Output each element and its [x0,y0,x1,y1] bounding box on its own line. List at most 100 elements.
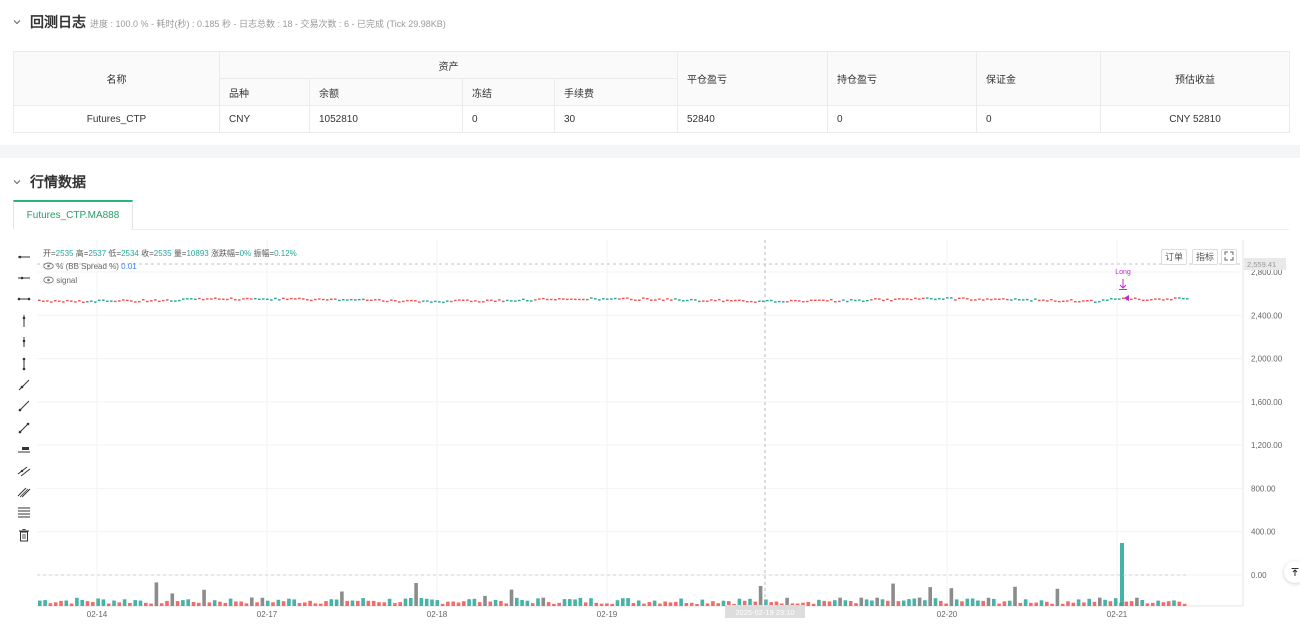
volume-bar [1129,601,1134,606]
volume-bar [467,599,471,606]
volume-bar [43,600,47,606]
indicator-button[interactable]: 指标 [1192,249,1219,265]
volume-bar [377,602,381,606]
volume-bar [387,598,392,606]
volume-bar [525,600,530,606]
volume-bar [615,600,620,606]
volume-bar [811,603,816,606]
back-to-top-button[interactable] [1284,561,1300,583]
order-button[interactable]: 订单 [1161,249,1188,265]
volume-bar [212,600,217,606]
eye-icon[interactable] [43,276,54,284]
volume-bar [997,603,1001,606]
volume-bar [59,600,63,606]
volume-bar [181,600,185,606]
volume-bar [605,603,609,606]
arrow-up-icon [1291,568,1299,576]
volume-bar [287,598,291,606]
volume-bar [106,603,111,606]
ohlc-amplitude: 0.12% [274,249,297,258]
volume-bar [297,603,302,606]
volume-bar [202,589,206,606]
volume-bar [1060,603,1065,606]
x-tick-label: 02-14 [87,610,108,619]
volume-bar [64,600,69,606]
volume-bar [578,597,583,606]
volume-bar [477,602,482,606]
volume-bar [329,599,334,606]
volume-bar [923,600,927,606]
volume-bar [228,598,233,606]
volume-bar [472,598,477,606]
volume-bar [112,600,116,606]
volume-bar [250,597,254,606]
volume-bar [758,586,763,606]
volume-bar [859,597,864,606]
volume-bar [244,603,249,606]
volume-bar [159,603,164,606]
volume-bar [271,602,275,606]
volume-bar [48,603,53,606]
volume-bar [907,599,911,606]
volume-bar [340,591,344,606]
volume-bar [1055,588,1060,606]
volume-bar [1066,601,1070,606]
y-tick-label: 0.00 [1251,571,1267,580]
volume-bar [822,600,826,606]
indicator-value: 0.01 [121,262,137,271]
volume-bar [1007,600,1012,606]
volume-bar [621,598,625,606]
volume-bar [75,597,79,606]
volume-bar [1182,603,1187,606]
volume-bar [546,602,551,606]
volume-bar [393,603,397,606]
volume-bar [191,602,196,606]
volume-bar [165,600,169,606]
volume-bar [599,603,604,606]
volume-bar [350,600,355,606]
volume-bar [960,601,964,606]
volume-bar [748,598,752,606]
volume-bar [658,603,662,606]
volume-bar [85,601,90,606]
volume-bar [954,599,959,606]
volume-bar [1135,597,1139,606]
volume-bar [981,600,985,606]
volume-bar [1071,602,1076,606]
eye-icon[interactable] [43,262,54,270]
volume-bar [91,602,95,606]
volume-bar [583,602,588,606]
volume-bar [324,601,328,606]
volume-bar [424,598,429,606]
volume-bar [255,602,259,606]
volume-bar [663,601,667,606]
volume-bar [308,600,312,606]
volume-bar [186,599,190,606]
volume-bar [170,593,175,606]
volume-bar [1145,603,1150,606]
volume-bar [345,600,349,606]
x-tick-label: 02-21 [1107,610,1128,619]
volume-bar [265,600,270,606]
volume-bar [1140,600,1144,606]
volume-bar [138,600,143,606]
volume-bar [1108,601,1113,606]
volume-bar [1045,601,1049,606]
volume-bar [1092,601,1097,606]
fullscreen-button[interactable] [1221,249,1237,265]
price-chart[interactable]: 2,800.002,400.002,000.001,600.001,200.00… [0,0,1300,629]
volume-bar [986,597,991,606]
volume-bar [117,602,122,606]
volume-bar [976,600,980,606]
volume-bar [493,599,498,606]
volume-bar [1002,601,1007,606]
long-marker-label: Long [1115,269,1131,276]
volume-bar [700,599,705,606]
volume-bar [1103,599,1107,606]
volume-bar [281,601,286,606]
volume-bar [38,600,42,606]
volume-bar [833,600,837,606]
volume-bar [451,601,455,606]
ohlc-change: 0% [239,249,252,258]
volume-bar [218,601,222,606]
